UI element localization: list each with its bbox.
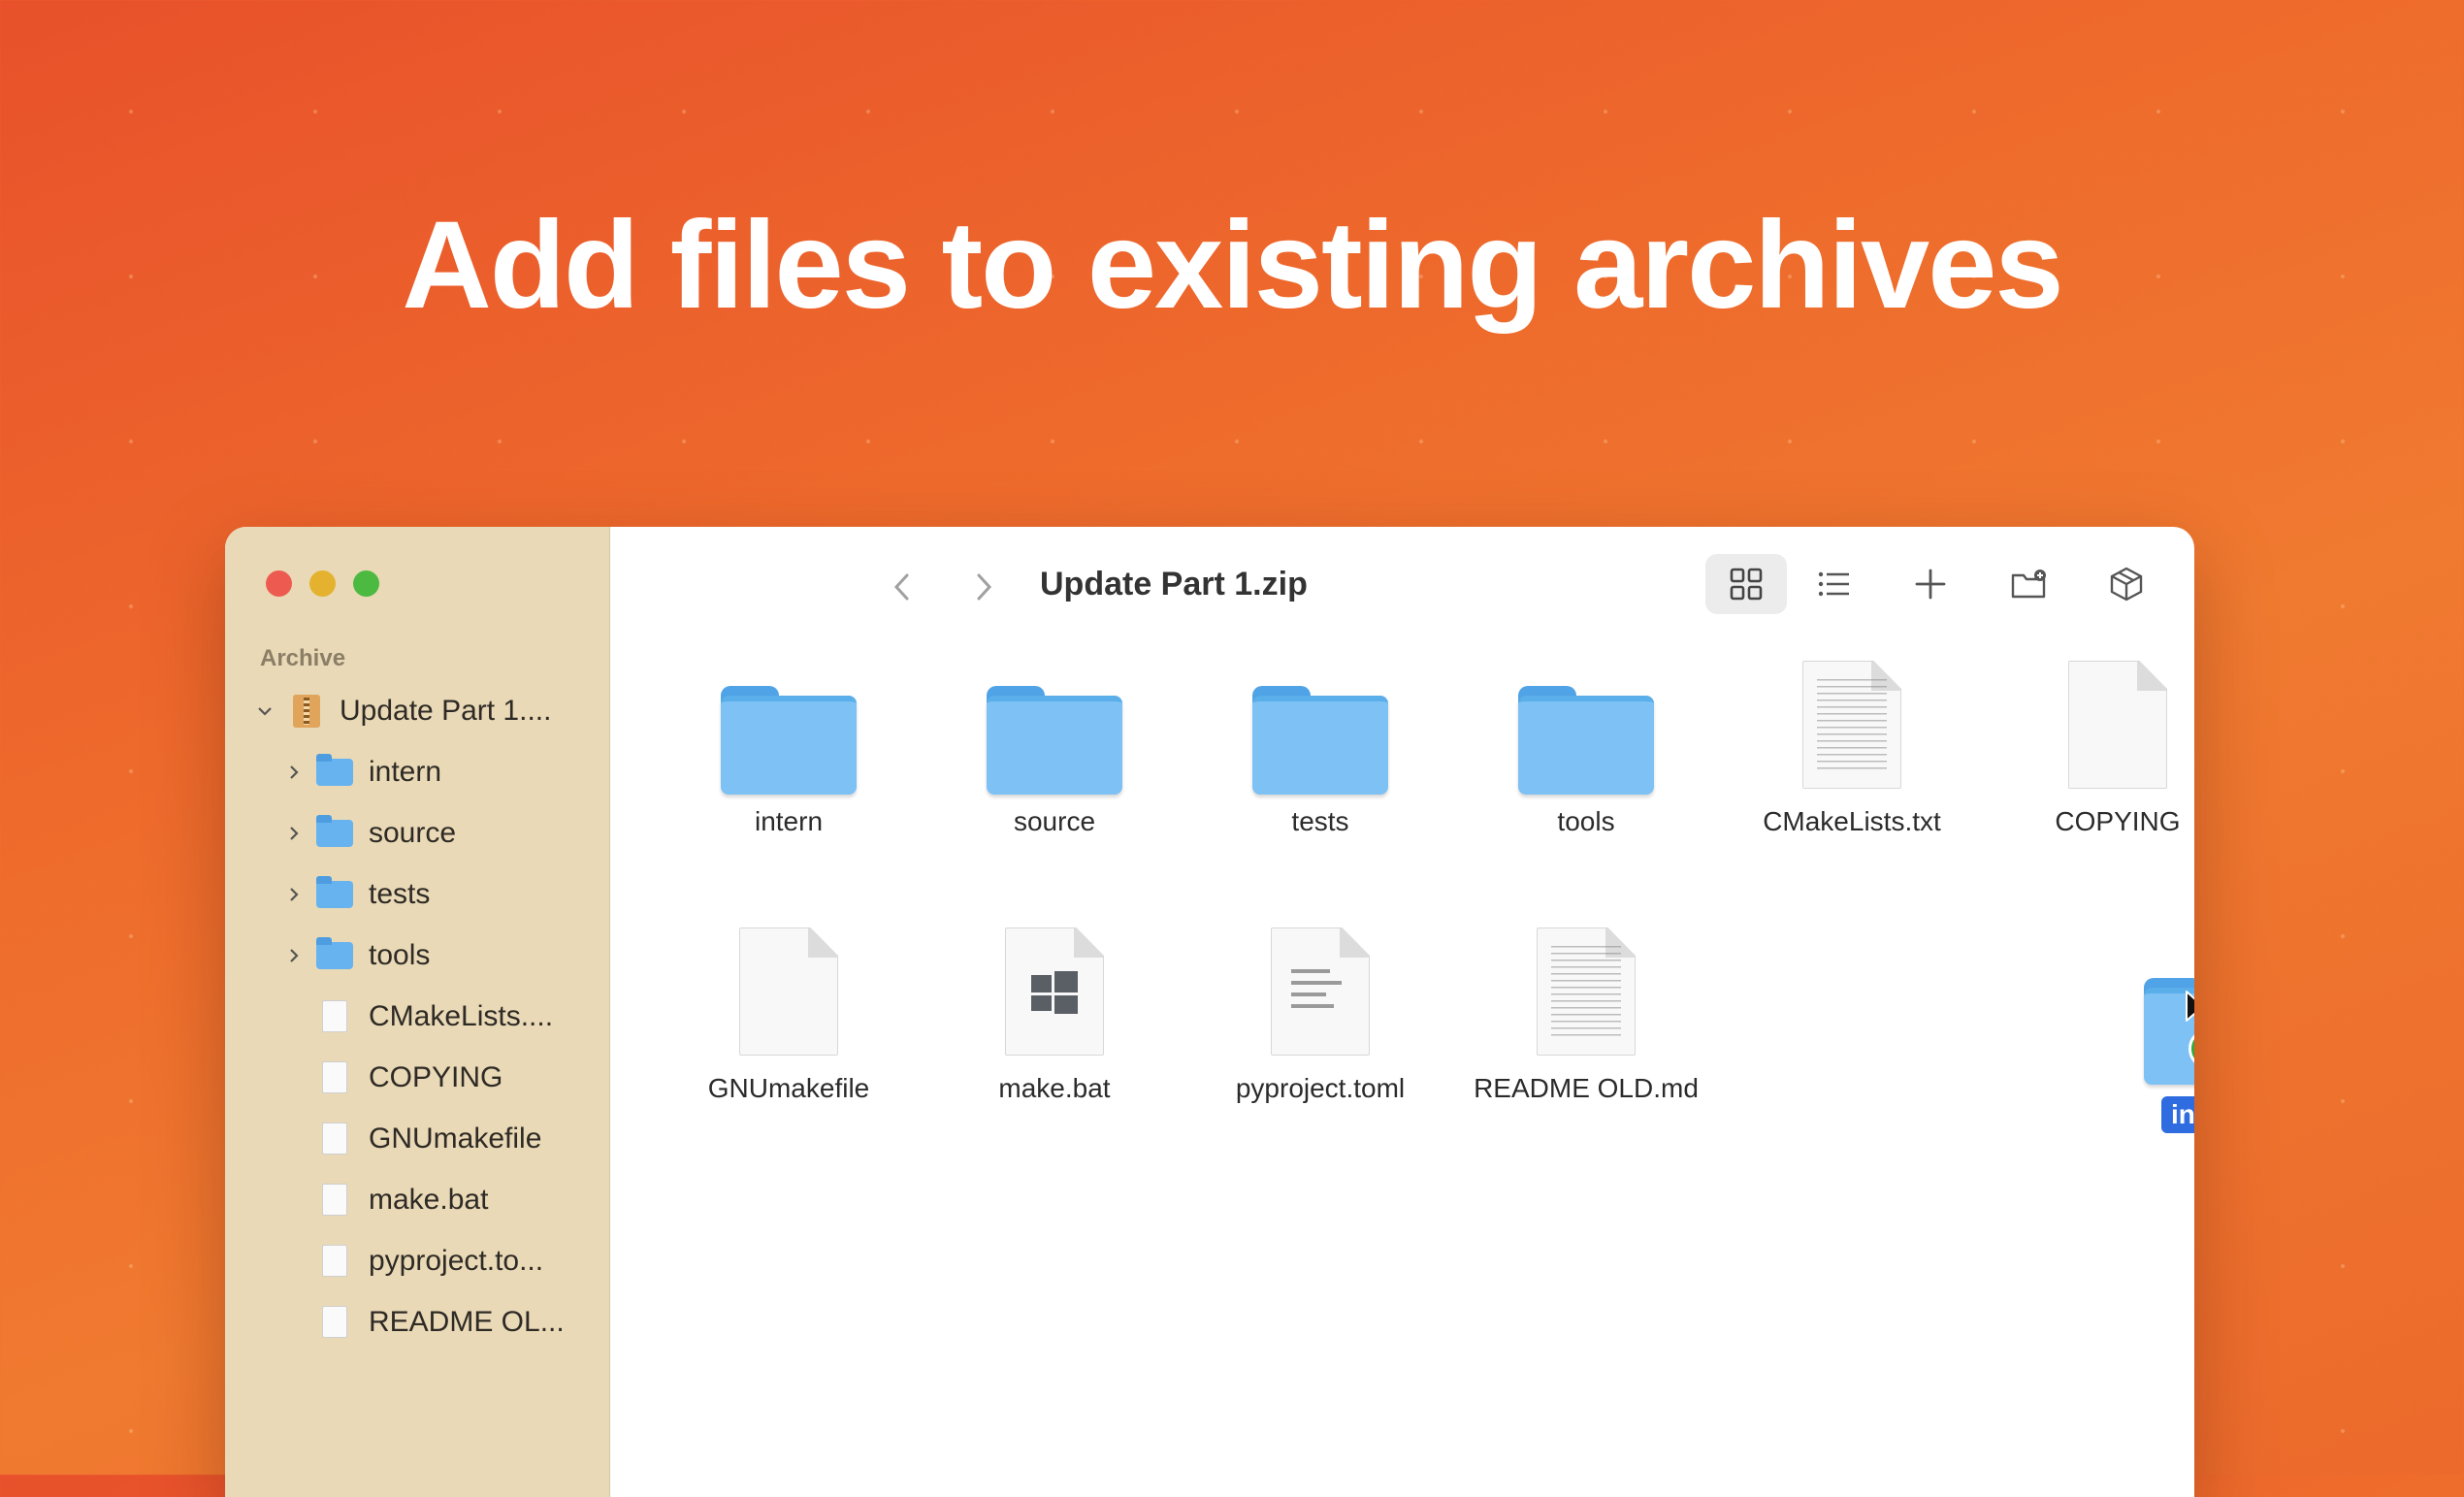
file-grid: intern source tests tools CMakeLists.txt…: [609, 643, 2194, 1497]
grid-item-cmakelists[interactable]: CMakeLists.txt: [1731, 643, 1973, 837]
list-view-icon: [1818, 571, 1849, 597]
sidebar-tree: Update Part 1.... intern source tests to…: [225, 680, 609, 1352]
code-file-icon: [322, 1245, 347, 1277]
batch-file-icon: [322, 1184, 347, 1216]
grid-item-label: CMakeLists.txt: [1763, 806, 1941, 836]
text-file-icon: [1802, 661, 1901, 789]
folder-icon: [987, 686, 1122, 795]
sidebar-item-readme[interactable]: README OL...: [225, 1291, 609, 1352]
sidebar-item-label: source: [369, 816, 457, 849]
sidebar-item-label: tests: [369, 877, 431, 910]
archive-window: Archive Update Part 1.... intern source …: [225, 527, 2194, 1497]
grid-item-label: README OLD.md: [1474, 1073, 1699, 1103]
sidebar-item-pyproject[interactable]: pyproject.to...: [225, 1230, 609, 1291]
close-button[interactable]: [266, 570, 292, 597]
grid-item-pyproject[interactable]: pyproject.toml: [1199, 910, 1442, 1104]
sidebar-item-intern[interactable]: intern: [225, 741, 609, 802]
sidebar-item-make-bat[interactable]: make.bat: [225, 1169, 609, 1230]
chevron-right-icon: [977, 573, 992, 601]
sidebar-item-label: COPYING: [369, 1060, 503, 1093]
folder-icon: [316, 875, 353, 908]
forward-button[interactable]: [964, 568, 1003, 606]
folder-icon: [721, 686, 857, 795]
chevron-right-icon[interactable]: [283, 945, 305, 966]
grid-item-label: COPYING: [2055, 806, 2181, 836]
sidebar: Archive Update Part 1.... intern source …: [225, 527, 610, 1497]
sidebar-item-cmakelists[interactable]: CMakeLists....: [225, 986, 609, 1047]
batch-file-icon: [1005, 927, 1104, 1056]
dragged-folder-label: intern: [2161, 1096, 2194, 1133]
window-controls: [266, 570, 379, 597]
sidebar-item-label: make.bat: [369, 1183, 489, 1216]
grid-item-tools[interactable]: tools: [1465, 643, 1707, 837]
list-view-button[interactable]: [1793, 554, 1874, 614]
file-icon: [2068, 661, 2167, 789]
sidebar-item-archive-root[interactable]: Update Part 1....: [225, 680, 609, 741]
chevron-right-icon[interactable]: [283, 884, 305, 905]
grid-item-label: source: [1013, 806, 1096, 836]
zip-archive-icon: [293, 694, 320, 728]
sidebar-item-tools[interactable]: tools: [225, 925, 609, 986]
sidebar-item-copying[interactable]: COPYING: [225, 1047, 609, 1108]
sidebar-item-label: README OL...: [369, 1305, 565, 1338]
markdown-file-icon: [322, 1306, 347, 1338]
sidebar-item-label: pyproject.to...: [369, 1244, 544, 1277]
sidebar-item-gnumakefile[interactable]: GNUmakefile: [225, 1108, 609, 1169]
grid-item-label: make.bat: [998, 1073, 1111, 1103]
dragged-folder[interactable]: + intern: [2144, 978, 2194, 1133]
grid-item-make-bat[interactable]: make.bat: [933, 910, 1176, 1104]
chevron-right-icon[interactable]: [283, 823, 305, 844]
grid-item-source[interactable]: source: [933, 643, 1176, 837]
grid-item-copying[interactable]: COPYING: [1996, 643, 2194, 837]
chevron-right-icon[interactable]: [283, 762, 305, 783]
file-icon: [739, 927, 838, 1056]
cursor-arrow-icon: [2186, 991, 2194, 1022]
sidebar-item-label: Update Part 1....: [340, 694, 552, 727]
sidebar-item-source[interactable]: source: [225, 802, 609, 863]
package-icon: [2110, 567, 2143, 602]
windows-logo-icon: [1031, 971, 1078, 1014]
file-icon: [322, 1123, 347, 1155]
folder-icon: [316, 814, 353, 847]
new-folder-icon: [2011, 570, 2046, 599]
folder-icon: [1252, 686, 1388, 795]
minimize-button[interactable]: [309, 570, 336, 597]
sidebar-item-label: tools: [369, 938, 431, 971]
add-files-button[interactable]: [1890, 554, 1971, 614]
new-folder-button[interactable]: [1989, 554, 2070, 614]
toolbar: Update Part 1.zip: [609, 527, 2194, 643]
folder-icon: [1518, 686, 1654, 795]
sidebar-section-title: Archive: [260, 645, 346, 671]
markdown-file-icon: [1537, 927, 1636, 1056]
chevron-down-icon[interactable]: [254, 700, 276, 722]
grid-item-label: pyproject.toml: [1235, 1073, 1406, 1103]
grid-item-intern[interactable]: intern: [667, 643, 910, 837]
sidebar-item-tests[interactable]: tests: [225, 863, 609, 925]
grid-view-icon: [1730, 568, 1763, 601]
grid-item-tests[interactable]: tests: [1199, 643, 1442, 837]
sidebar-item-label: intern: [369, 755, 442, 788]
code-file-icon: [1271, 927, 1370, 1056]
grid-item-label: tests: [1291, 806, 1349, 836]
grid-item-label: GNUmakefile: [707, 1073, 870, 1103]
sidebar-item-label: GNUmakefile: [369, 1122, 542, 1155]
grid-item-readme[interactable]: README OLD.md: [1465, 910, 1707, 1104]
folder-icon: [316, 936, 353, 969]
folder-icon: [316, 753, 353, 786]
grid-view-button[interactable]: [1705, 554, 1787, 614]
plus-icon: [1915, 569, 1946, 600]
extract-button[interactable]: [2086, 554, 2167, 614]
share-button[interactable]: [2183, 554, 2194, 614]
text-file-icon: [322, 1000, 347, 1032]
back-button[interactable]: [883, 568, 922, 606]
chevron-left-icon: [893, 573, 909, 601]
zoom-button[interactable]: [353, 570, 379, 597]
grid-item-label: tools: [1557, 806, 1615, 836]
headline: Add files to existing archives: [402, 196, 2063, 335]
sidebar-item-label: CMakeLists....: [369, 999, 554, 1032]
file-icon: [322, 1061, 347, 1093]
grid-item-gnumakefile[interactable]: GNUmakefile: [667, 910, 910, 1104]
grid-item-label: intern: [754, 806, 824, 836]
window-title: Update Part 1.zip: [1040, 566, 1308, 602]
